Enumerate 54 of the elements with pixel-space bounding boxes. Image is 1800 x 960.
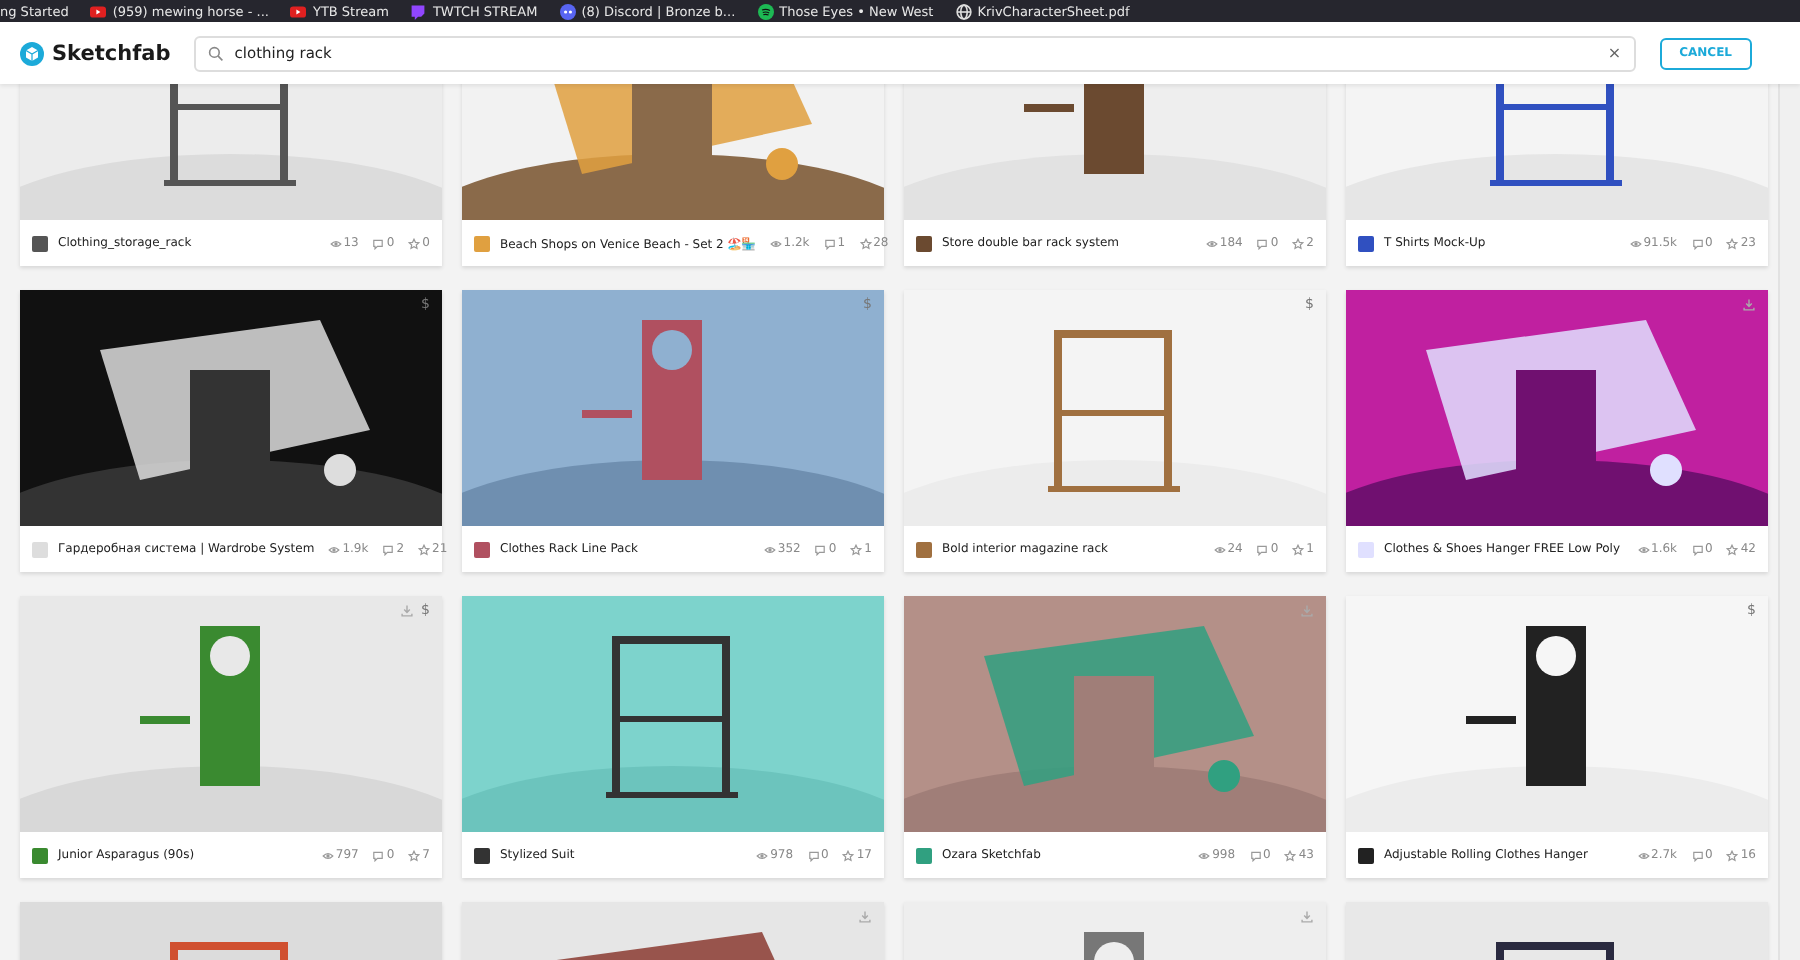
comment-icon [382, 543, 395, 555]
views-icon [769, 237, 782, 249]
views-icon [1205, 237, 1218, 249]
logo-text[interactable]: Sketchfab [52, 41, 171, 65]
author-avatar[interactable] [1358, 847, 1374, 863]
star-icon [1292, 237, 1305, 249]
author-avatar[interactable] [1358, 235, 1374, 251]
views-icon [328, 543, 341, 555]
star-icon [1726, 543, 1739, 555]
star-icon [850, 543, 863, 555]
cube-logo-icon[interactable] [20, 41, 44, 65]
star-icon [1726, 237, 1739, 249]
comment-icon [372, 237, 385, 249]
music-icon [757, 3, 774, 19]
views-icon [1198, 849, 1211, 861]
comment-icon [372, 849, 385, 861]
comment-icon [1691, 543, 1704, 555]
search-icon [208, 45, 225, 61]
views-icon [1213, 543, 1226, 555]
views-icon [756, 849, 769, 861]
download-icon[interactable] [400, 604, 414, 618]
views-icon [1629, 237, 1642, 249]
author-avatar[interactable] [32, 235, 48, 251]
comment-icon [1256, 543, 1269, 555]
play-icon [90, 3, 107, 19]
views-icon [321, 849, 334, 861]
views-icon [763, 543, 776, 555]
play-icon [290, 3, 307, 19]
views-icon [329, 237, 342, 249]
clear-button[interactable]: × [1607, 44, 1622, 62]
views-icon [1637, 849, 1649, 861]
star-icon [418, 543, 431, 555]
comment-icon [1691, 849, 1704, 861]
star-icon [408, 237, 421, 249]
comment-icon [823, 237, 836, 249]
comment-icon [1256, 237, 1269, 249]
download-icon[interactable] [1300, 910, 1314, 924]
star-icon [1284, 849, 1297, 861]
star-icon [842, 849, 855, 861]
download-icon[interactable] [858, 910, 872, 924]
star-icon [408, 849, 421, 861]
chat-bubble-icon [410, 3, 427, 19]
comment-icon [807, 849, 820, 861]
download-icon[interactable] [1742, 298, 1756, 312]
star-icon [1292, 543, 1305, 555]
star-icon [1726, 849, 1739, 861]
views-icon [1637, 543, 1649, 555]
comment-icon [1249, 849, 1262, 861]
globe-icon [955, 3, 972, 19]
comment-icon [1691, 237, 1704, 249]
author-avatar[interactable] [474, 847, 490, 863]
comment-icon [814, 543, 827, 555]
star-icon [859, 237, 872, 249]
author-avatar[interactable] [916, 235, 932, 251]
